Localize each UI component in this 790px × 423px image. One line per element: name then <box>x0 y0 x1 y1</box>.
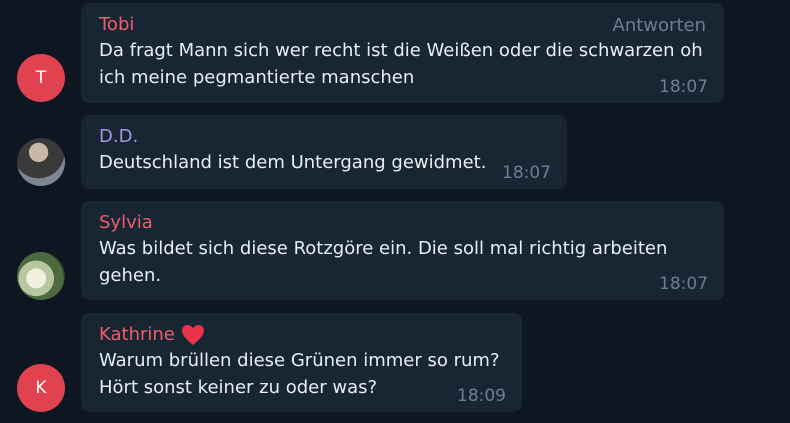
message-bubble[interactable]: Tobi Da fragt Mann sich wer recht ist di… <box>81 3 724 103</box>
sender-name[interactable]: Sylvia <box>99 211 706 235</box>
avatar[interactable]: T <box>17 54 65 102</box>
avatar[interactable] <box>17 252 65 300</box>
message-text: Da fragt Mann sich wer recht ist die Wei… <box>99 40 703 88</box>
message-text: Deutschland ist dem Untergang gewidmet. <box>99 152 487 173</box>
message-time: 18:07 <box>659 77 708 97</box>
message-text: Warum brüllen diese Grünen immer so rum?… <box>99 350 500 398</box>
heart-icon <box>181 325 204 345</box>
chat-history: T Tobi Da fragt Mann sich wer recht ist … <box>0 0 790 423</box>
message-text: Was bildet sich diese Rotzgöre ein. Die … <box>99 238 668 286</box>
sender-name-row[interactable]: Kathrine <box>99 323 504 347</box>
message-bubble[interactable]: Sylvia Was bildet sich diese Rotzgöre ei… <box>81 201 724 300</box>
message-bubble[interactable]: D.D. Deutschland ist dem Untergang gewid… <box>81 115 567 189</box>
sender-name: Kathrine <box>99 324 175 345</box>
avatar[interactable]: K <box>17 364 65 412</box>
message-bubble[interactable]: Kathrine Warum brüllen diese Grünen imme… <box>81 313 522 412</box>
avatar-initial: K <box>35 378 47 398</box>
reply-button[interactable]: Antworten <box>613 15 706 36</box>
sender-name[interactable]: D.D. <box>99 125 549 149</box>
avatar-initial: T <box>35 68 47 88</box>
message-time: 18:07 <box>659 274 708 294</box>
message-time: 18:07 <box>502 163 551 183</box>
avatar[interactable] <box>17 138 65 186</box>
message-time: 18:09 <box>457 386 506 406</box>
